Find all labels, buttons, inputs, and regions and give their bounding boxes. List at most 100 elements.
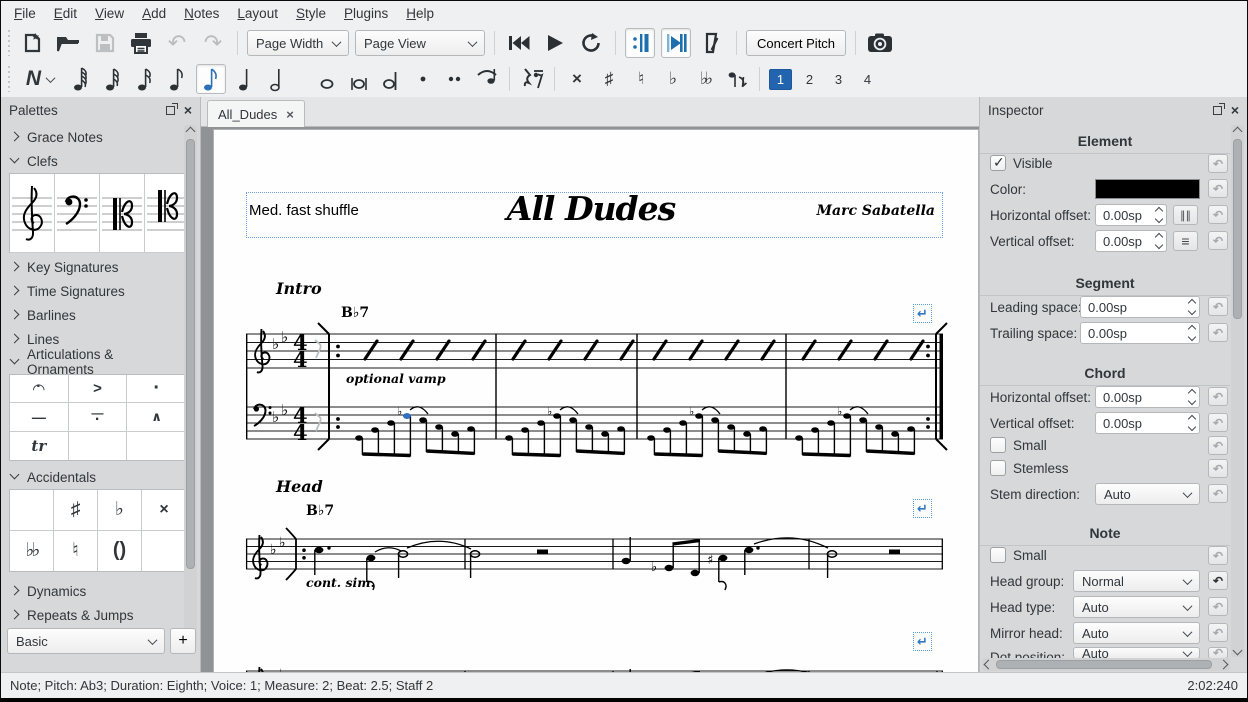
- duration-128th-button[interactable]: [68, 65, 94, 93]
- empty-cell[interactable]: [142, 531, 186, 572]
- menu-view[interactable]: View: [86, 3, 133, 24]
- snap-vertical-grid-button[interactable]: ≡: [1173, 231, 1198, 251]
- cont-sim-text[interactable]: cont. sim.: [306, 575, 375, 590]
- stemless-checkbox[interactable]: [990, 460, 1006, 476]
- palettes-scrollbar[interactable]: [184, 125, 197, 647]
- pan-score-toggle[interactable]: [661, 28, 691, 58]
- duration-64th-button[interactable]: [100, 65, 126, 93]
- palette-accidentals[interactable]: Accidentals: [5, 465, 183, 489]
- reset-v-offset-button[interactable]: ↶: [1208, 231, 1228, 250]
- reset-chord-small-button[interactable]: ↶: [1208, 436, 1228, 455]
- chord-small-checkbox[interactable]: [990, 437, 1006, 453]
- float-panel-icon[interactable]: [166, 106, 175, 115]
- duration-eighth-button-selected[interactable]: [196, 64, 226, 94]
- new-score-button[interactable]: [18, 28, 48, 58]
- score-canvas[interactable]: Med. fast shuffle All Dudes Marc Sabatel…: [201, 127, 979, 672]
- play-button[interactable]: [540, 28, 570, 58]
- voice-4-button[interactable]: 4: [856, 69, 879, 90]
- close-panel-icon[interactable]: ×: [1231, 103, 1239, 117]
- reset-visible-button[interactable]: ↶: [1208, 154, 1228, 173]
- tab-all-dudes[interactable]: All_Dudes ×: [207, 100, 305, 127]
- empty-cell[interactable]: [69, 432, 128, 460]
- menu-help[interactable]: Help: [397, 3, 443, 24]
- view-mode-select[interactable]: Page View: [355, 30, 485, 56]
- concert-pitch-button[interactable]: Concert Pitch: [746, 30, 846, 56]
- bracket-accidental-cell[interactable]: (): [98, 531, 142, 572]
- palette-dynamics[interactable]: Dynamics: [5, 579, 183, 603]
- palette-time-signatures[interactable]: Time Signatures: [5, 279, 183, 303]
- chord-symbol-intro[interactable]: B♭7: [341, 305, 369, 321]
- staccato-cell[interactable]: ·: [127, 375, 186, 403]
- tie-button[interactable]: [474, 65, 500, 93]
- chord-h-offset-spinner[interactable]: 0.00sp: [1095, 386, 1200, 408]
- tenor-clef-cell[interactable]: [145, 174, 189, 253]
- treble-clef-cell[interactable]: [10, 174, 55, 253]
- redo-button[interactable]: ↷: [198, 28, 228, 58]
- toolbar-drag-handle[interactable]: [7, 66, 12, 92]
- sharp-button[interactable]: ♯: [596, 65, 622, 93]
- inspector-h-scrollbar[interactable]: [982, 658, 1230, 671]
- reset-h-offset-button[interactable]: ↶: [1208, 205, 1228, 224]
- menu-file[interactable]: File: [5, 3, 45, 24]
- reset-chord-v-button[interactable]: ↶: [1208, 413, 1228, 432]
- menu-edit[interactable]: Edit: [45, 3, 86, 24]
- reset-stemless-button[interactable]: ↶: [1208, 459, 1228, 478]
- flat-button[interactable]: ♭: [660, 65, 686, 93]
- reset-mirror-head-button[interactable]: ↶: [1208, 623, 1228, 642]
- rest-button[interactable]: [519, 65, 545, 93]
- natural-cell[interactable]: ♮: [54, 531, 98, 572]
- save-button[interactable]: [90, 28, 120, 58]
- close-panel-icon[interactable]: ×: [184, 103, 192, 117]
- rewind-button[interactable]: [504, 28, 534, 58]
- tab-close-icon[interactable]: ×: [286, 108, 294, 121]
- palette-repeats-jumps[interactable]: Repeats & Jumps: [5, 603, 183, 627]
- chord-symbol-head[interactable]: B♭7: [306, 503, 334, 519]
- float-panel-icon[interactable]: [1213, 106, 1222, 115]
- duration-32nd-button[interactable]: [132, 65, 158, 93]
- loop-playback-button[interactable]: [576, 28, 606, 58]
- rehearsal-head[interactable]: Head: [276, 477, 323, 496]
- duration-16th-button[interactable]: [164, 65, 190, 93]
- palette-clefs[interactable]: Clefs: [5, 149, 183, 173]
- fermata-cell[interactable]: ◠·: [10, 375, 69, 403]
- trill-cell[interactable]: tr: [10, 432, 69, 460]
- scroll-down-icon[interactable]: [1233, 646, 1243, 656]
- rehearsal-intro[interactable]: Intro: [276, 279, 322, 298]
- menu-style[interactable]: Style: [287, 3, 335, 24]
- note-input-mode-button[interactable]: N: [18, 64, 62, 94]
- voice-1-button[interactable]: 1: [769, 69, 792, 90]
- workspace-select[interactable]: Basic: [7, 628, 165, 654]
- print-button[interactable]: [126, 28, 156, 58]
- marcato-cell[interactable]: ∧: [127, 403, 186, 431]
- menu-notes[interactable]: Notes: [175, 3, 228, 24]
- duration-quarter-button[interactable]: [232, 65, 258, 93]
- duration-half-button[interactable]: [264, 65, 290, 93]
- double-sharp-cell[interactable]: ×: [142, 490, 186, 531]
- scroll-left-icon[interactable]: [984, 660, 994, 670]
- natural-button[interactable]: ♮: [628, 65, 654, 93]
- voice-2-button[interactable]: 2: [798, 69, 821, 90]
- reset-head-type-button[interactable]: ↶: [1208, 597, 1228, 616]
- accent-cell[interactable]: >: [69, 375, 128, 403]
- duration-longa-button[interactable]: [378, 65, 404, 93]
- composer-text[interactable]: Marc Sabatella: [817, 203, 935, 219]
- flat-cell[interactable]: ♭: [98, 490, 142, 531]
- image-capture-button[interactable]: [865, 28, 895, 58]
- scroll-right-icon[interactable]: [1219, 660, 1229, 670]
- reset-trailing-button[interactable]: ↶: [1208, 323, 1228, 342]
- double-dot-button[interactable]: [442, 65, 468, 93]
- palette-barlines[interactable]: Barlines: [5, 303, 183, 327]
- double-flat-button[interactable]: ♭♭: [692, 65, 718, 93]
- play-repeats-toggle[interactable]: [625, 28, 655, 58]
- reset-stem-direction-button[interactable]: ↶: [1208, 484, 1228, 503]
- empty-cell[interactable]: [127, 432, 186, 460]
- system-break-icon-1[interactable]: ↵: [913, 304, 932, 323]
- menu-plugins[interactable]: Plugins: [335, 3, 397, 24]
- duration-breve-button[interactable]: [346, 65, 372, 93]
- palette-articulations[interactable]: Articulations & Ornaments: [5, 350, 183, 374]
- flip-direction-button[interactable]: [724, 65, 750, 93]
- head-group-select[interactable]: Normal: [1073, 570, 1200, 592]
- snap-horizontal-grid-button[interactable]: ∥∥: [1173, 205, 1198, 225]
- scrollbar-thumb[interactable]: [186, 139, 195, 569]
- chord-v-offset-spinner[interactable]: 0.00sp: [1095, 412, 1200, 434]
